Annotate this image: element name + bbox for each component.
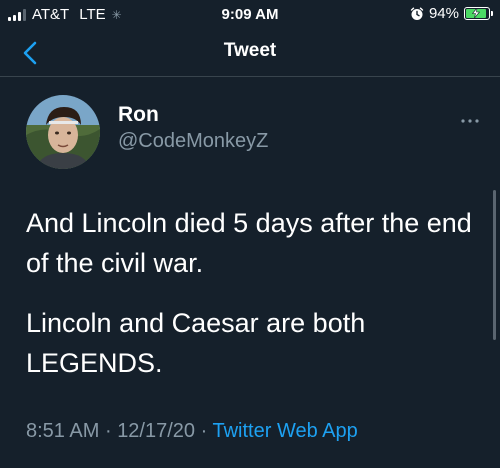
tweet-paragraph: Lincoln and Caesar are both LEGENDS. xyxy=(26,308,366,378)
meta-separator: · xyxy=(104,420,112,442)
more-horizontal-icon xyxy=(461,119,479,123)
user-handle[interactable]: @CodeMonkeyZ xyxy=(118,130,268,153)
tweet-metadata: 8:51 AM · 12/17/20 · Twitter Web App xyxy=(26,420,358,443)
tweet-source-link[interactable]: Twitter Web App xyxy=(212,420,357,442)
alarm-clock-icon xyxy=(410,7,424,20)
tweet-detail-screen: AT&T LTE ✳ 9:09 AM 94% Tweet Ron @CodeMo… xyxy=(0,0,500,468)
meta-separator: · xyxy=(200,420,208,442)
navigation-bar: Tweet xyxy=(0,30,500,77)
status-bar: AT&T LTE ✳ 9:09 AM 94% xyxy=(0,0,500,30)
scroll-indicator[interactable] xyxy=(493,190,496,340)
user-display-name[interactable]: Ron xyxy=(118,103,159,127)
status-bar-right: 94% xyxy=(410,5,493,22)
battery-icon xyxy=(464,7,493,20)
tweet-paragraph: And Lincoln died 5 days after the end of… xyxy=(26,208,472,278)
avatar[interactable] xyxy=(26,95,100,169)
page-title: Tweet xyxy=(223,40,277,61)
charging-bolt-icon xyxy=(472,8,480,18)
avatar-photo xyxy=(26,95,100,169)
tweet-date: 12/17/20 xyxy=(117,420,196,442)
battery-percent: 94% xyxy=(428,5,459,22)
tweet-time: 8:51 AM xyxy=(26,420,100,442)
battery-tip xyxy=(491,11,493,16)
more-options-button[interactable] xyxy=(460,112,480,123)
